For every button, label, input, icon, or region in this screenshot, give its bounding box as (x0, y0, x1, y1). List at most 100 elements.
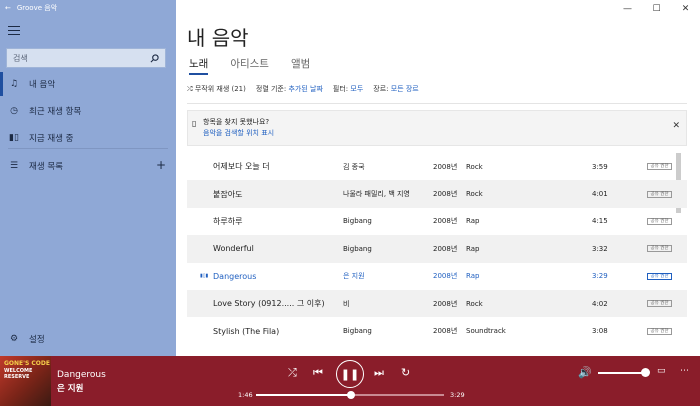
song-title: 어제보다 오늘 더 (213, 162, 270, 172)
filter-label: 필터: (332, 85, 349, 93)
share-badge: 공유 권한 (647, 327, 672, 335)
miniplayer-icon[interactable]: ▭ (657, 366, 666, 376)
app-title: ← Groove 음악 (5, 3, 57, 13)
song-genre: Rap (466, 272, 480, 281)
seek-progress (256, 394, 352, 396)
song-genre: Rock (466, 299, 483, 308)
back-icon[interactable]: ← (5, 4, 11, 12)
song-year: 2008년 (433, 272, 458, 281)
song-genre: Rock (466, 162, 483, 171)
song-row[interactable]: 하루하루 Bigbang 2008년 Rap 4:15 공유 권한 (187, 208, 687, 235)
song-row[interactable]: Stylish (The Fila) Bigbang 2008년 Soundtrack… (187, 317, 687, 344)
maximize-icon[interactable]: ☐ (642, 0, 671, 18)
song-row[interactable]: 어제보다 오늘 더 김 종국 2008년 Rock 3:59 공유 권한 (187, 153, 687, 180)
song-title: Dangerous (213, 271, 257, 281)
sort-control[interactable]: 정렬 기준: 추가된 날짜 (256, 84, 323, 94)
song-title: Wonderful (213, 244, 254, 254)
now-playing-artist[interactable]: 은 지원 (57, 382, 83, 394)
song-duration: 3:08 (592, 327, 608, 336)
previous-icon[interactable]: ⏮ (313, 366, 323, 380)
song-title: Stylish (The Fila) (213, 326, 280, 336)
song-year: 2008년 (433, 244, 458, 253)
share-badge: 공유 권한 (647, 300, 672, 308)
close-icon[interactable]: ✕ (671, 0, 700, 18)
seek-handle[interactable] (347, 391, 356, 399)
sidebar-item-settings[interactable]: ⚙ 설정 (0, 327, 176, 351)
now-playing-title[interactable]: Dangerous (57, 370, 106, 380)
search-box[interactable]: 검색 (6, 48, 166, 68)
genre-value[interactable]: 모든 장르 (391, 85, 419, 93)
song-genre: Rap (466, 217, 480, 226)
search-icon[interactable] (150, 53, 159, 63)
groove-music-window: ← Groove 음악 검색 ♫ 내 음악 ◷ 최근 재생 항목 ▮▯ 지금 재… (0, 0, 700, 406)
total-time: 3:29 (450, 391, 465, 399)
song-year: 2008년 (433, 217, 458, 226)
song-year: 2008년 (433, 162, 458, 171)
song-row[interactable]: Dangerous 은 지원 2008년 Rap 3:29 공유 권한 ▮▯▮ (187, 263, 687, 290)
song-title: 하루하루 (213, 216, 243, 226)
sort-label: 정렬 기준: (255, 85, 287, 93)
add-playlist-icon[interactable]: + (156, 158, 166, 172)
notice-banner: ▯ 항목을 찾지 못했나요? 음악을 검색할 위치 표시 ✕ (187, 110, 687, 146)
filter-value[interactable]: 모두 (350, 85, 363, 93)
shuffle-icon[interactable]: ⤮ (288, 366, 297, 380)
repeat-icon[interactable]: ↻ (401, 366, 410, 379)
share-badge: 공유 권한 (647, 272, 672, 280)
song-duration: 3:59 (592, 162, 608, 171)
window-controls: — ☐ ✕ (613, 0, 700, 18)
song-row[interactable]: Love Story (0912..... 그 이후) 비 2008년 Rock 4:0… (187, 289, 687, 318)
song-duration: 4:02 (592, 299, 608, 308)
share-badge: 공유 권한 (647, 190, 672, 198)
volume-icon[interactable]: 🔊 (578, 366, 592, 379)
song-row[interactable]: 붙잡아도 나울라 패밀리, 백 지영 2008년 Rock 4:01 공유 권한 (187, 180, 687, 208)
song-artist: Bigbang (343, 244, 372, 253)
song-year: 2008년 (433, 299, 458, 308)
volume-handle[interactable] (641, 368, 650, 377)
song-duration: 4:01 (592, 190, 608, 199)
page-title: 내 음악 (187, 26, 249, 50)
song-row[interactable]: Wonderful Bigbang 2008년 Rap 3:32 공유 권한 (187, 235, 687, 263)
shuffle-button[interactable]: ⤮ 무작위 재생 (21) (187, 84, 246, 94)
close-notice-icon[interactable]: ✕ (672, 121, 680, 131)
hamburger-menu-icon[interactable] (8, 26, 20, 36)
sidebar-item-recent[interactable]: ◷ 최근 재생 항목 (0, 99, 176, 123)
song-genre: Rap (466, 244, 480, 253)
pause-button[interactable]: ❚❚ (336, 360, 364, 388)
tab-songs[interactable]: 노래 (189, 56, 209, 75)
sidebar-item-label: 설정 (29, 335, 45, 345)
genre-label: 장르: (373, 85, 389, 93)
now-playing-icon: ▮▯ (9, 133, 19, 143)
filter-bar: ⤮ 무작위 재생 (21) 정렬 기준: 추가된 날짜 필터: 모두 장르: 모… (187, 84, 419, 94)
sort-value[interactable]: 추가된 날짜 (288, 85, 322, 93)
search-input[interactable]: 검색 (13, 53, 150, 64)
filter-control[interactable]: 필터: 모두 (333, 84, 363, 94)
notice-title: 항목을 찾지 못했나요? (203, 118, 270, 126)
next-icon[interactable]: ⏭ (374, 366, 384, 380)
share-badge: 공유 권한 (647, 217, 672, 225)
song-list: 어제보다 오늘 더김 종국 2008년 Rock 3:59 공유 권한 붙잡아도 나울라 패… (187, 153, 687, 356)
genre-control[interactable]: 장르: 모든 장르 (373, 84, 418, 94)
seek-bar[interactable] (256, 391, 444, 399)
music-note-icon: ♫ (9, 79, 19, 89)
song-genre: Rock (466, 190, 483, 199)
sidebar-divider (8, 148, 168, 149)
sidebar-item-my-music[interactable]: ♫ 내 음악 (0, 72, 176, 96)
song-year: 2008년 (433, 327, 458, 336)
song-artist: 김 종국 (343, 162, 365, 171)
notice-link[interactable]: 음악을 검색할 위치 표시 (203, 128, 274, 138)
album-art-title: GONE'S CODE (4, 360, 50, 367)
more-options-icon[interactable]: ⋯ (680, 366, 689, 376)
sidebar-item-label: 지금 재생 중 (29, 134, 74, 144)
tab-albums[interactable]: 앨범 (291, 56, 310, 75)
sidebar-item-playlists[interactable]: ☰ 재생 목록 (0, 154, 176, 178)
sidebar-item-now-playing[interactable]: ▮▯ 지금 재생 중 (0, 126, 176, 150)
tab-bar: 노래 아티스트 앨범 (189, 56, 310, 75)
tab-artists[interactable]: 아티스트 (230, 56, 269, 75)
song-year: 2008년 (433, 190, 458, 199)
song-artist: Bigbang (343, 327, 372, 336)
minimize-icon[interactable]: — (613, 0, 642, 18)
current-time: 1:46 (238, 391, 253, 399)
gear-icon: ⚙ (9, 334, 19, 344)
song-duration: 3:29 (592, 272, 608, 281)
album-art[interactable]: GONE'S CODE WELCOME RESERVE (0, 356, 51, 406)
